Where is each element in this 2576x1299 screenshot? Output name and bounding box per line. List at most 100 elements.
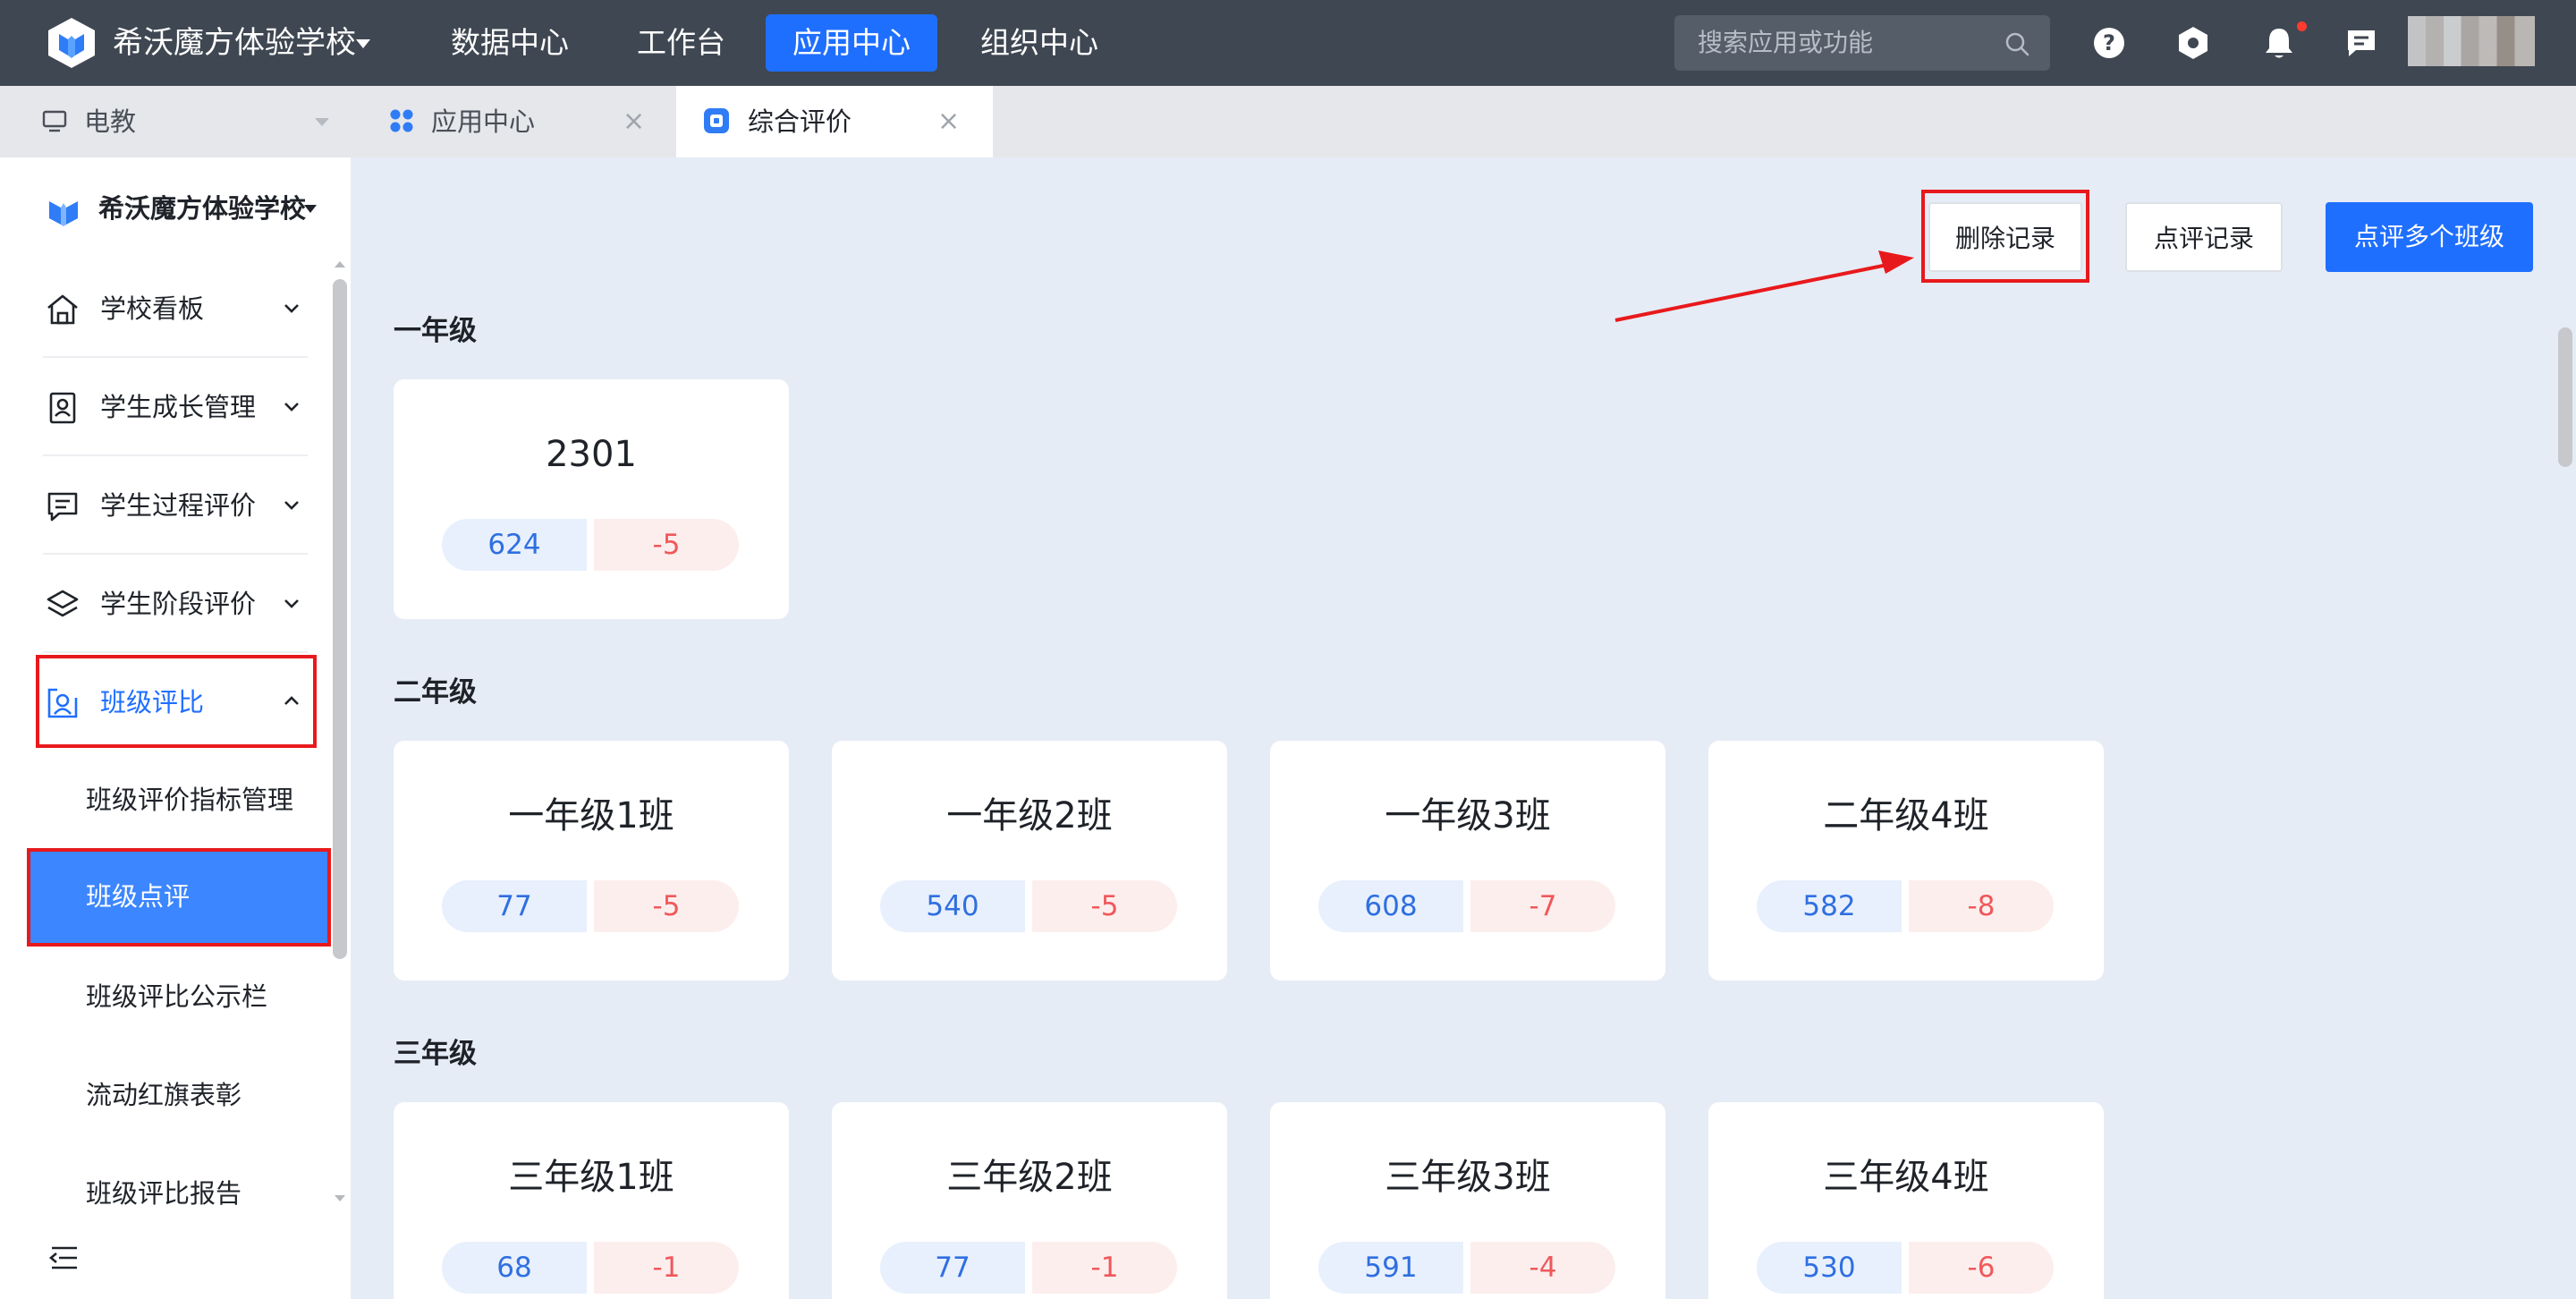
class-name: 二年级4班 [1823, 795, 1989, 836]
apps-grid-icon [390, 109, 413, 132]
class-card[interactable]: 一年级2班 540 -5 [832, 741, 1227, 981]
class-name: 一年级2班 [946, 795, 1113, 836]
sidebar-school-name[interactable]: 希沃魔方体验学校 [98, 191, 306, 226]
positive-score: 608 [1318, 880, 1463, 932]
sidebar-item-process-evaluation[interactable]: 学生过程评价 [39, 456, 308, 555]
layers-icon [47, 590, 79, 617]
close-icon[interactable]: × [937, 106, 960, 138]
tab-dianjiao[interactable]: 电教 [0, 86, 351, 157]
class-card[interactable]: 一年级1班 77 -5 [394, 741, 789, 981]
chevron-down-icon [284, 599, 299, 608]
school-logo-icon [49, 201, 78, 226]
tab-app-center[interactable]: 应用中心 × [358, 86, 674, 157]
class-card[interactable]: 2301 624 -5 [394, 379, 789, 619]
sidebar-item-label: 学生成长管理 [100, 392, 257, 422]
positive-score: 77 [442, 880, 587, 932]
class-name: 2301 [546, 434, 637, 475]
main-scrollbar[interactable] [2558, 327, 2572, 467]
submenu-item-bulletin-board[interactable]: 班级评比公示栏 [86, 979, 267, 1015]
positive-score: 530 [1757, 1242, 1902, 1294]
highlight-box [36, 655, 317, 748]
chevron-down-icon [284, 304, 299, 313]
tab-comprehensive-evaluation[interactable]: 综合评价 × [676, 86, 993, 157]
user-avatar[interactable] [2408, 16, 2535, 66]
collapse-sidebar-icon[interactable] [47, 1240, 82, 1276]
class-card[interactable]: 三年级4班 530 -6 [1708, 1102, 2104, 1299]
highlight-box [27, 848, 331, 947]
submenu-item-red-flag[interactable]: 流动红旗表彰 [86, 1077, 242, 1113]
nav-app-center[interactable]: 应用中心 [766, 14, 937, 72]
arrow-head-icon [1878, 250, 1914, 274]
school-logo-icon[interactable] [45, 16, 98, 70]
sidebar-item-student-growth[interactable]: 学生成长管理 [39, 358, 308, 456]
sidebar: 希沃魔方体验学校 学校看板 学生成长管理 学生过程评价 学生阶段评价 班级评比 … [0, 157, 351, 1299]
sidebar-item-school-dashboard[interactable]: 学校看板 [39, 259, 308, 358]
class-name: 三年级1班 [508, 1157, 674, 1198]
monitor-icon [42, 110, 67, 132]
class-name: 三年级3班 [1385, 1157, 1551, 1198]
review-multiple-classes-button[interactable]: 点评多个班级 [2326, 202, 2533, 272]
top-navigation-bar: 希沃魔方体验学校 数据中心 工作台 应用中心 组织中心 搜索应用或功能 ? [0, 0, 2576, 86]
settings-hex-icon[interactable] [2175, 25, 2211, 61]
sidebar-item-label: 学校看板 [100, 293, 205, 324]
negative-score: -5 [594, 880, 739, 932]
tab-label: 电教 [84, 106, 137, 137]
negative-score: -5 [594, 519, 739, 571]
student-card-icon [49, 392, 76, 424]
submenu-item-indicator-management[interactable]: 班级评价指标管理 [86, 782, 293, 818]
class-card[interactable]: 三年级2班 77 -1 [832, 1102, 1227, 1299]
class-card[interactable]: 三年级3班 591 -4 [1270, 1102, 1665, 1299]
negative-score: -4 [1470, 1242, 1615, 1294]
positive-score: 582 [1757, 880, 1902, 932]
tab-label: 综合评价 [748, 106, 852, 137]
sidebar-scrollbar[interactable] [333, 279, 347, 959]
negative-score: -8 [1909, 880, 2054, 932]
tab-label: 应用中心 [431, 106, 536, 137]
chevron-down-icon [284, 403, 299, 412]
annotation-arrow [1614, 263, 1888, 322]
search-icon[interactable] [2004, 30, 2030, 57]
grade-title: 二年级 [394, 676, 477, 709]
grade-title: 一年级 [394, 315, 477, 347]
class-name: 一年级1班 [508, 795, 674, 836]
positive-score: 591 [1318, 1242, 1463, 1294]
class-card[interactable]: 三年级1班 68 -1 [394, 1102, 789, 1299]
search-placeholder: 搜索应用或功能 [1698, 28, 1874, 57]
positive-score: 624 [442, 519, 587, 571]
nav-workbench[interactable]: 工作台 [610, 14, 752, 72]
class-card[interactable]: 二年级4班 582 -8 [1708, 741, 2104, 981]
negative-score: -6 [1909, 1242, 2054, 1294]
bell-icon[interactable] [2261, 25, 2297, 61]
chevron-down-icon [284, 501, 299, 510]
chat-bubble-icon [47, 492, 78, 522]
negative-score: -1 [1032, 1242, 1177, 1294]
scroll-down-arrow[interactable] [335, 1195, 345, 1201]
message-icon[interactable] [2343, 25, 2379, 61]
negative-score: -7 [1470, 880, 1615, 932]
class-name: 三年级4班 [1823, 1157, 1989, 1198]
sidebar-item-label: 学生阶段评价 [100, 589, 257, 619]
class-name: 一年级3班 [1385, 795, 1551, 836]
caret-down-icon[interactable] [304, 205, 317, 213]
nav-org-center[interactable]: 组织中心 [953, 14, 1125, 72]
class-name: 三年级2班 [946, 1157, 1113, 1198]
nav-data-center[interactable]: 数据中心 [424, 14, 596, 72]
notification-dot [2297, 21, 2307, 31]
negative-score: -5 [1032, 880, 1177, 932]
positive-score: 68 [442, 1242, 587, 1294]
submenu-item-report[interactable]: 班级评比报告 [86, 1176, 242, 1211]
grade-title: 三年级 [394, 1038, 477, 1070]
chevron-down-icon[interactable] [315, 118, 329, 126]
class-card[interactable]: 一年级3班 608 -7 [1270, 741, 1665, 981]
help-icon[interactable]: ? [2091, 25, 2127, 61]
school-switcher[interactable]: 希沃魔方体验学校 [113, 22, 356, 64]
close-icon[interactable]: × [623, 106, 645, 138]
positive-score: 540 [880, 880, 1025, 932]
search-input[interactable]: 搜索应用或功能 [1674, 15, 2050, 71]
review-records-button[interactable]: 点评记录 [2125, 202, 2283, 272]
tab-strip: 电教 应用中心 × 综合评价 × [0, 86, 2576, 157]
delete-records-button[interactable]: 删除记录 [1928, 202, 2082, 272]
chevron-down-icon[interactable] [356, 39, 370, 48]
sidebar-item-stage-evaluation[interactable]: 学生阶段评价 [39, 555, 308, 653]
scroll-up-arrow[interactable] [335, 261, 345, 267]
